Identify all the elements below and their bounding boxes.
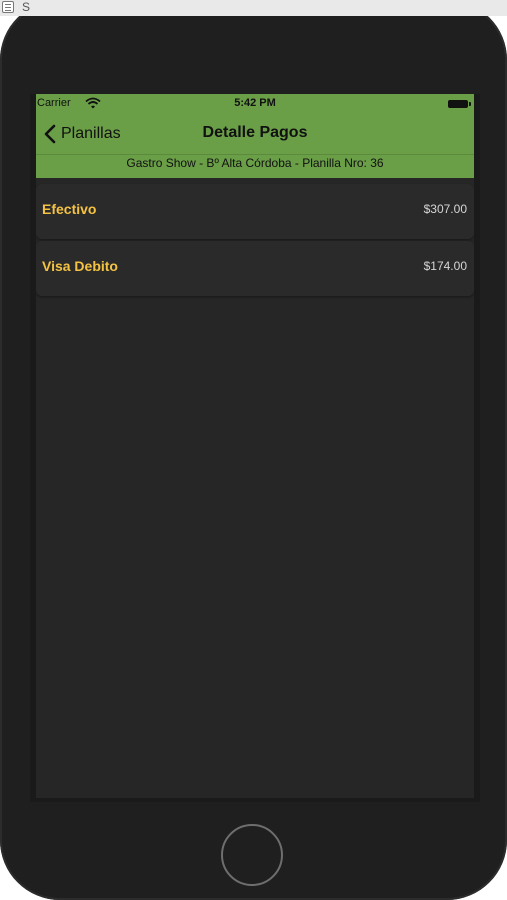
battery-icon <box>448 100 471 108</box>
page-title: Detalle Pagos <box>202 124 308 141</box>
window-title: S <box>22 0 31 14</box>
window-icon <box>2 1 14 13</box>
payment-method-label: Visa Debito <box>42 258 118 274</box>
payment-method-label: Efectivo <box>42 201 97 217</box>
planilla-subtitle: Gastro Show - Bº Alta Córdoba - Planilla… <box>126 156 384 170</box>
status-bar: Carrier 5:42 PM <box>36 94 474 114</box>
payment-amount: $307.00 <box>423 202 467 216</box>
status-time: 5:42 PM <box>234 97 276 109</box>
phone-screen: Carrier 5:42 PM Planillas Detalle Pagos … <box>30 94 480 802</box>
nav-divider <box>36 154 474 155</box>
payment-row-efectivo[interactable]: Efectivo $307.00 <box>36 184 474 239</box>
navigation-bar: Carrier 5:42 PM Planillas Detalle Pagos … <box>36 94 474 178</box>
host-window-strip: S <box>0 0 507 16</box>
payment-row-visa-debito[interactable]: Visa Debito $174.00 <box>36 241 474 296</box>
home-button[interactable] <box>221 824 283 886</box>
payments-list: Efectivo $307.00 Visa Debito $174.00 <box>36 184 474 298</box>
payment-amount: $174.00 <box>423 259 467 273</box>
